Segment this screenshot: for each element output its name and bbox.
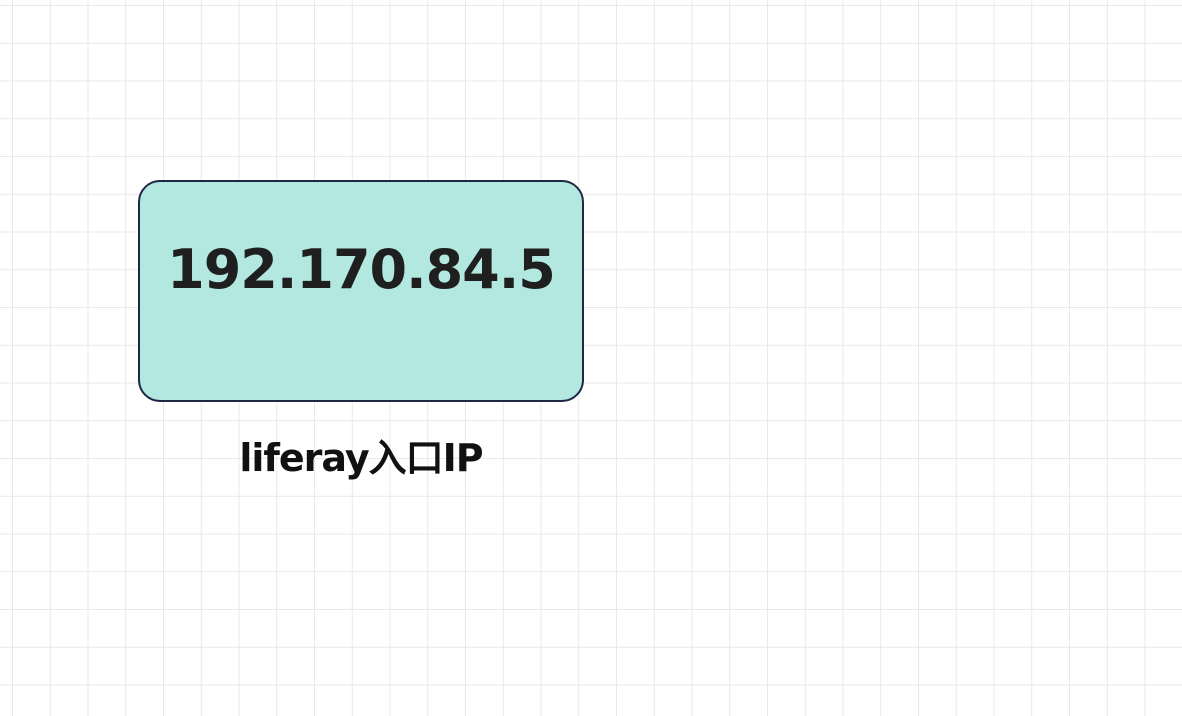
ip-address-text: 192.170.84.5 — [167, 238, 556, 301]
ip-address-node[interactable]: 192.170.84.5 — [138, 180, 584, 402]
node-caption: liferay入口IP — [239, 436, 483, 480]
diagram-canvas[interactable]: 192.170.84.5 liferay入口IP — [0, 0, 1182, 716]
